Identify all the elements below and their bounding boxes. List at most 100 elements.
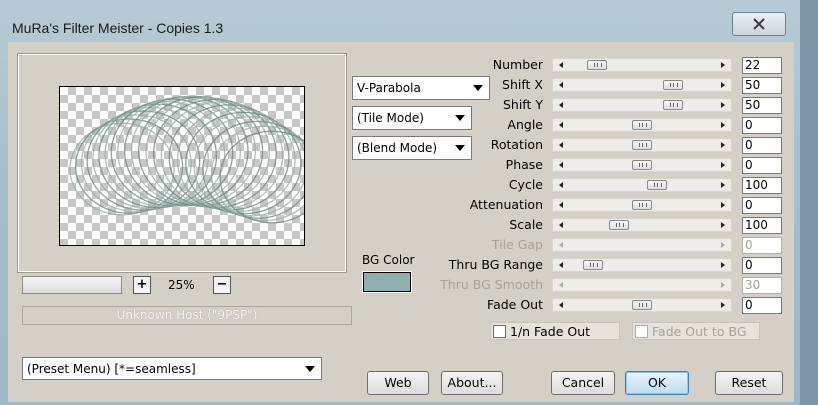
arrow-left-icon[interactable] — [559, 202, 563, 208]
arrow-right-icon[interactable] — [721, 62, 725, 68]
arrow-right-icon[interactable] — [721, 162, 725, 168]
arrow-left-icon — [559, 282, 563, 288]
arrow-left-icon[interactable] — [559, 162, 563, 168]
param-value-field[interactable]: 100 — [742, 177, 782, 194]
window-edge — [800, 0, 818, 405]
slider-thumb[interactable] — [663, 80, 683, 90]
arrow-left-icon[interactable] — [559, 82, 563, 88]
close-button[interactable] — [732, 12, 786, 36]
slider-thumb[interactable] — [647, 180, 667, 190]
arrow-left-icon[interactable] — [559, 302, 563, 308]
arrow-right-icon[interactable] — [721, 222, 725, 228]
param-label: Shift X — [502, 77, 543, 92]
param-slider[interactable] — [552, 98, 732, 112]
arrow-left-icon[interactable] — [559, 262, 563, 268]
preset-menu-value: (Preset Menu) [*=seamless] — [27, 362, 196, 376]
fade-out-to-bg-label: Fade Out to BG — [652, 323, 747, 339]
fade-out-1n-label: 1/n Fade Out — [510, 323, 591, 339]
arrow-right-icon — [721, 242, 725, 248]
param-value-field[interactable]: 0 — [742, 137, 782, 154]
param-slider[interactable] — [552, 198, 732, 212]
param-value-field[interactable]: 50 — [742, 77, 782, 94]
param-value-field[interactable]: 0 — [742, 157, 782, 174]
slider-thumb[interactable] — [632, 140, 652, 150]
slider-thumb[interactable] — [632, 120, 652, 130]
arrow-right-icon[interactable] — [721, 142, 725, 148]
about-button[interactable]: About... — [441, 371, 503, 395]
preview-canvas[interactable] — [59, 86, 305, 246]
arrow-right-icon[interactable] — [721, 202, 725, 208]
ring-shape — [69, 122, 175, 216]
param-value-field[interactable]: 100 — [742, 217, 782, 234]
slider-thumb[interactable] — [632, 300, 652, 310]
window-title: MuRa's Filter Meister - Copies 1.3 — [12, 20, 224, 36]
close-icon — [753, 18, 765, 30]
param-label: Number — [492, 57, 543, 72]
slider-thumb[interactable] — [632, 160, 652, 170]
param-value-field[interactable]: 0 — [742, 117, 782, 134]
param-label: Attenuation — [469, 197, 543, 212]
arrow-right-icon[interactable] — [721, 102, 725, 108]
param-label: Thru BG Smooth — [440, 277, 543, 292]
param-slider — [552, 278, 732, 292]
param-slider[interactable] — [552, 78, 732, 92]
arrow-right-icon[interactable] — [721, 182, 725, 188]
zoom-slider[interactable] — [22, 276, 122, 294]
arrow-left-icon[interactable] — [559, 142, 563, 148]
arrow-left-icon[interactable] — [559, 62, 563, 68]
ok-button[interactable]: OK — [625, 371, 689, 395]
arrow-right-icon[interactable] — [721, 122, 725, 128]
arrow-left-icon — [559, 242, 563, 248]
preset-menu-dropdown[interactable]: (Preset Menu) [*=seamless] — [22, 357, 322, 380]
checkbox-box — [635, 324, 648, 338]
param-slider[interactable] — [552, 158, 732, 172]
param-slider[interactable] — [552, 118, 732, 132]
arrow-left-icon[interactable] — [559, 122, 563, 128]
reset-button[interactable]: Reset — [715, 371, 783, 395]
preview-image — [69, 95, 304, 224]
param-slider[interactable] — [552, 218, 732, 232]
arrow-right-icon[interactable] — [721, 302, 725, 308]
arrow-left-icon[interactable] — [559, 222, 563, 228]
param-slider[interactable] — [552, 258, 732, 272]
param-label: Scale — [509, 217, 543, 232]
fade-out-to-bg-checkbox: Fade Out to BG — [632, 322, 760, 340]
arrow-left-icon[interactable] — [559, 182, 563, 188]
slider-thumb[interactable] — [583, 260, 603, 270]
ring-shape — [202, 120, 304, 219]
zoom-in-button[interactable]: + — [133, 276, 151, 294]
web-button[interactable]: Web — [367, 371, 429, 395]
fade-out-1n-checkbox[interactable]: 1/n Fade Out — [490, 322, 620, 340]
arrow-left-icon[interactable] — [559, 102, 563, 108]
param-slider[interactable] — [552, 138, 732, 152]
title-bar[interactable]: MuRa's Filter Meister - Copies 1.3 — [0, 0, 800, 42]
cancel-button[interactable]: Cancel — [551, 371, 615, 395]
param-slider[interactable] — [552, 58, 732, 72]
arrow-right-icon[interactable] — [721, 262, 725, 268]
param-slider[interactable] — [552, 178, 732, 192]
slider-thumb[interactable] — [632, 200, 652, 210]
param-label: Phase — [505, 157, 543, 172]
param-value-field[interactable]: 0 — [742, 257, 782, 274]
arrow-right-icon[interactable] — [721, 82, 725, 88]
param-label: Cycle — [508, 177, 543, 192]
slider-thumb[interactable] — [587, 60, 607, 70]
param-label: Fade Out — [487, 297, 543, 312]
zoom-level: 25% — [168, 278, 195, 292]
param-value-field[interactable]: 50 — [742, 97, 782, 114]
checkbox-box[interactable] — [493, 324, 506, 338]
zoom-out-button[interactable]: − — [213, 276, 231, 294]
host-info: Unknown Host ("9PSP") — [22, 306, 352, 325]
chevron-down-icon — [305, 366, 315, 372]
slider-thumb[interactable] — [663, 100, 683, 110]
param-value-field[interactable]: 22 — [742, 57, 782, 74]
param-label: Thru BG Range — [448, 257, 543, 272]
param-slider — [552, 238, 732, 252]
param-label: Tile Gap — [491, 237, 543, 252]
param-slider[interactable] — [552, 298, 732, 312]
slider-thumb[interactable] — [609, 220, 629, 230]
param-value-field[interactable]: 0 — [742, 297, 782, 314]
param-value-field[interactable]: 0 — [742, 197, 782, 214]
param-label: Rotation — [490, 137, 543, 152]
param-label: Angle — [507, 117, 543, 132]
